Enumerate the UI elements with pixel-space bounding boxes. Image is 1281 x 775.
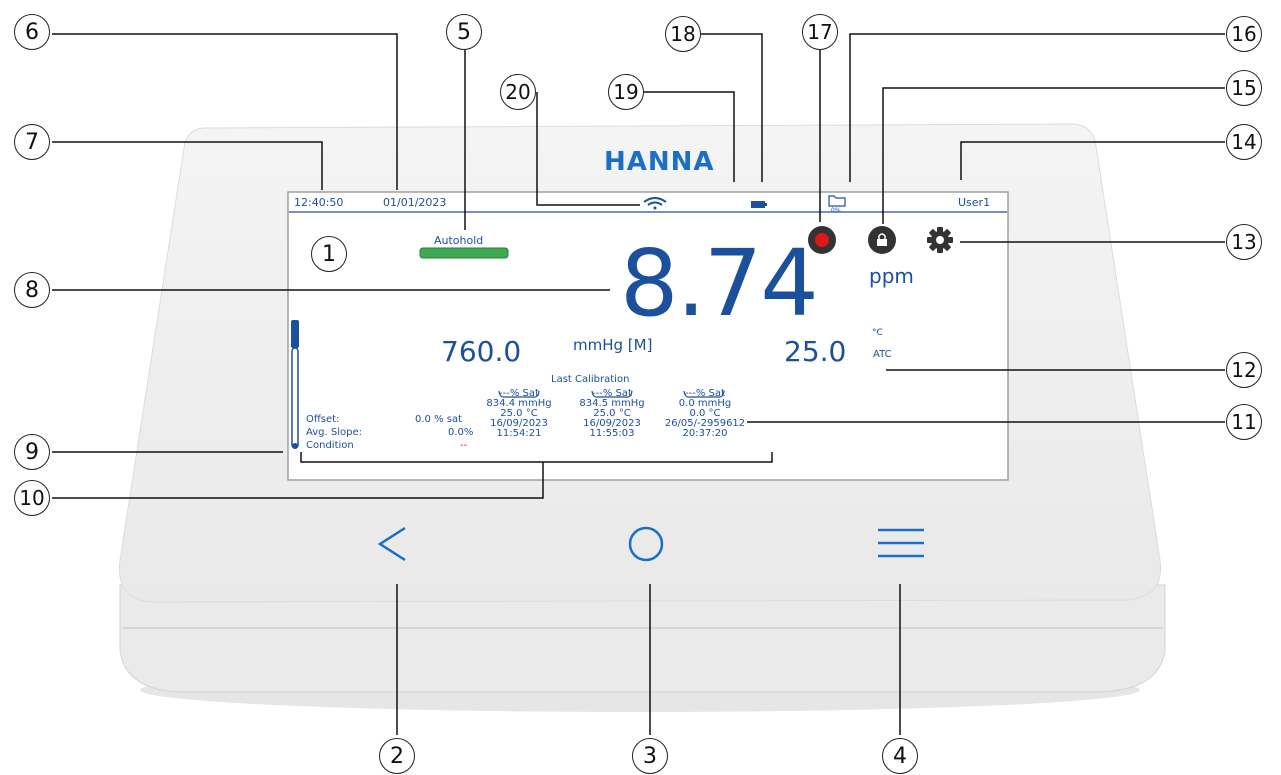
lock-icon[interactable] [868, 226, 896, 254]
status-user[interactable]: User1 [958, 196, 990, 209]
callout-12: 12 [1226, 352, 1262, 388]
cal-point-time: 11:54:21 [496, 428, 542, 439]
status-time: 12:40:50 [294, 196, 344, 209]
calibration-title: Last Calibration [551, 374, 630, 385]
slope-value: 0.0% [448, 427, 474, 438]
gear-icon[interactable] [927, 227, 953, 253]
pressure-unit: mmHg [M] [573, 336, 653, 354]
cal-point-3: ---% Sat 0.0 mmHg 0.0 °C 26/05/-2959612 … [660, 389, 750, 439]
callout-18: 18 [665, 16, 701, 52]
temperature-value: 25.0 [784, 335, 847, 368]
temperature-mode: ATC [873, 349, 892, 360]
offset-value: 0.0 % sat [415, 414, 463, 425]
device-diagram [52, 33, 1225, 735]
callout-10: 10 [14, 480, 50, 516]
autohold-indicator [419, 247, 509, 259]
condition-value: -- [460, 440, 468, 451]
callout-19: 19 [608, 74, 644, 110]
callout-9: 9 [14, 434, 50, 470]
reading-unit: ppm [869, 264, 914, 288]
callout-2: 2 [379, 738, 415, 774]
callout-8: 8 [14, 272, 50, 308]
status-date: 01/01/2023 [383, 196, 447, 209]
autohold-label: Autohold [434, 234, 484, 247]
brand-logo: HANNA [604, 147, 715, 177]
callout-5: 5 [446, 14, 482, 50]
callout-3: 3 [632, 738, 668, 774]
cal-point-time: 20:37:20 [682, 428, 728, 439]
callout-15: 15 [1226, 70, 1262, 106]
cal-point-time: 11:55:03 [589, 428, 635, 439]
storage-percentage: 0% [831, 207, 841, 214]
temperature-unit: °C [872, 328, 883, 338]
callout-17: 17 [802, 14, 838, 50]
callout-6: 6 [14, 14, 50, 50]
offset-label: Offset: [306, 414, 340, 425]
cal-point-1: ---% Sat 834.4 mmHg 25.0 °C 16/09/2023 1… [479, 389, 559, 439]
callout-7: 7 [14, 124, 50, 160]
battery-icon [751, 201, 767, 208]
pressure-value: 760.0 [441, 335, 522, 368]
callout-11: 11 [1226, 404, 1262, 440]
callout-20: 20 [500, 74, 536, 110]
slope-label: Avg. Slope: [306, 427, 362, 438]
cal-point-2: ---% Sat 834.5 mmHg 25.0 °C 16/09/2023 1… [572, 389, 652, 439]
callout-13: 13 [1226, 224, 1262, 260]
callout-4: 4 [882, 738, 918, 774]
callout-16: 16 [1226, 16, 1262, 52]
main-reading: 8.74 [620, 230, 819, 337]
callout-1: 1 [311, 236, 347, 272]
condition-label: Condition [306, 440, 354, 451]
callout-14: 14 [1226, 124, 1262, 160]
